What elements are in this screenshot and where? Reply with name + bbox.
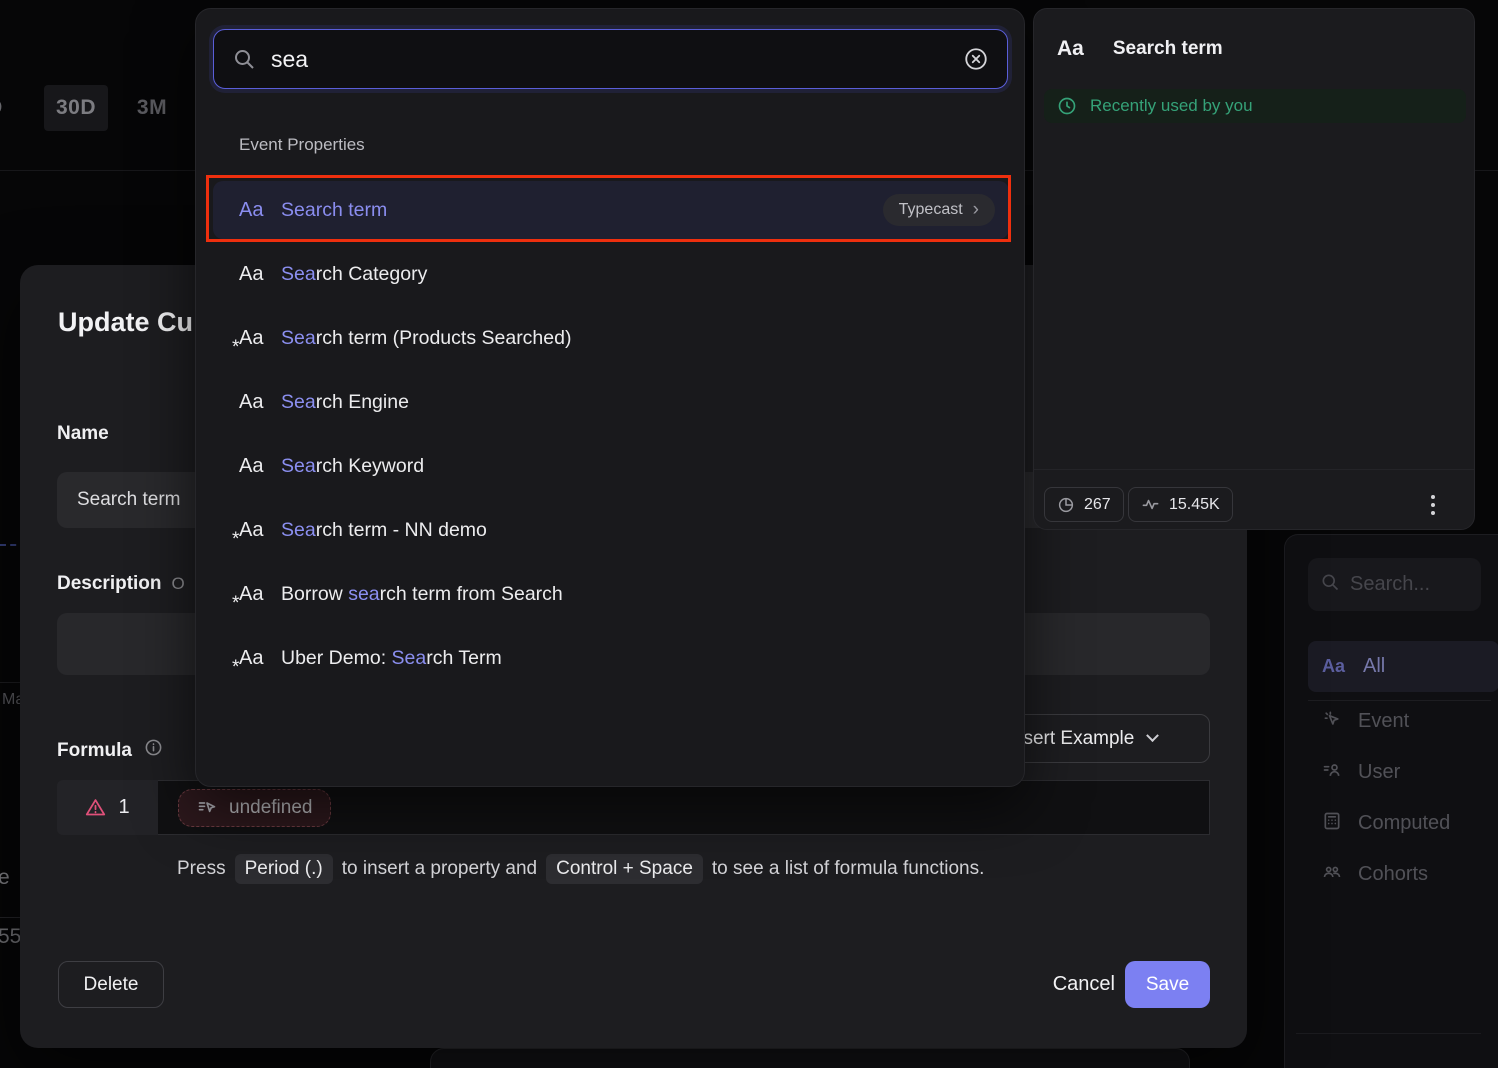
result-row-search-term-products-searched[interactable]: Aa Search term (Products Searched) bbox=[213, 309, 1009, 367]
result-row-uber-demo-search-term[interactable]: Aa Uber Demo: Search Term bbox=[213, 629, 1009, 687]
chip-label: undefined bbox=[229, 797, 312, 819]
sidebar-search-input[interactable] bbox=[1350, 573, 1450, 596]
help-text: to insert a property and bbox=[342, 858, 537, 880]
detail-footer-divider bbox=[1034, 469, 1474, 470]
help-text: to see a list of formula functions. bbox=[712, 858, 984, 880]
text-type-custom-icon: Aa bbox=[239, 327, 267, 350]
app-root: D 30D 3M May e 55 Aa All Event bbox=[0, 0, 1498, 1068]
text-type-custom-icon: Aa bbox=[239, 647, 267, 670]
sidebar-item-computed[interactable]: Computed bbox=[1308, 801, 1498, 845]
insert-example-label: Insert Example bbox=[1008, 728, 1135, 750]
result-row-search-term[interactable]: Aa Search term Typecast › bbox=[213, 181, 1009, 239]
property-type-sidebar: Aa All Event User Computed Cohort bbox=[1284, 534, 1498, 1068]
search-icon bbox=[1320, 572, 1340, 597]
sidebar-item-cohorts[interactable]: Cohorts bbox=[1308, 852, 1498, 896]
range-button-7d[interactable]: D bbox=[0, 85, 18, 131]
save-button[interactable]: Save bbox=[1125, 961, 1210, 1008]
detail-title: Search term bbox=[1113, 38, 1223, 60]
search-results-list: Aa Search term Typecast › Aa Search Cate… bbox=[213, 181, 1009, 693]
modal-title: Update Cu bbox=[58, 307, 193, 338]
clear-search-icon[interactable] bbox=[963, 46, 989, 72]
range-button-3m[interactable]: 3M bbox=[126, 85, 178, 131]
sidebar-item-label: All bbox=[1363, 655, 1385, 678]
calculator-icon bbox=[1322, 811, 1342, 836]
sidebar-item-event[interactable]: Event bbox=[1308, 699, 1498, 743]
people-icon bbox=[1322, 862, 1342, 887]
result-row-search-term-nn-demo[interactable]: Aa Search term - NN demo bbox=[213, 501, 1009, 559]
chevron-right-icon: › bbox=[973, 203, 979, 217]
cardinality-stat-pill[interactable]: 267 bbox=[1044, 487, 1124, 522]
badge-label: Recently used by you bbox=[1090, 96, 1253, 116]
sidebar-item-user[interactable]: User bbox=[1308, 750, 1498, 794]
typecast-button[interactable]: Typecast › bbox=[883, 194, 995, 226]
section-header: Event Properties bbox=[239, 135, 365, 155]
text-type-icon: Aa bbox=[239, 391, 267, 414]
formula-editor[interactable]: 1 undefined bbox=[57, 780, 1210, 835]
chevron-down-icon bbox=[1146, 729, 1159, 742]
formula-input[interactable]: undefined bbox=[158, 780, 1210, 835]
optional-hint: O bbox=[172, 574, 185, 593]
info-icon[interactable] bbox=[144, 738, 163, 763]
property-detail-panel: Aa Search term Recently used by you 267 … bbox=[1033, 8, 1475, 530]
cancel-button[interactable]: Cancel bbox=[1005, 961, 1115, 1008]
text-type-icon: Aa bbox=[239, 455, 267, 478]
description-label: Description O bbox=[57, 573, 185, 595]
range-button-30d[interactable]: 30D bbox=[44, 85, 108, 131]
volume-stat-pill[interactable]: 15.45K bbox=[1128, 487, 1233, 522]
text-type-icon: Aa bbox=[1322, 656, 1345, 677]
name-label: Name bbox=[57, 423, 109, 445]
recently-used-badge: Recently used by you bbox=[1044, 89, 1466, 123]
property-search-field[interactable] bbox=[213, 29, 1008, 89]
error-count: 1 bbox=[118, 796, 129, 819]
formula-label: Formula bbox=[57, 738, 163, 763]
user-list-icon bbox=[1322, 760, 1342, 785]
sidebar-item-all[interactable]: Aa All bbox=[1308, 641, 1498, 692]
more-options-icon[interactable] bbox=[1420, 491, 1446, 519]
text-type-icon: Aa bbox=[239, 199, 267, 222]
control-space-kbd: Control + Space bbox=[546, 854, 703, 884]
background-number-fragment: 55 bbox=[0, 925, 21, 949]
sidebar-bottom-divider bbox=[1296, 1033, 1481, 1034]
sidebar-item-label: Event bbox=[1358, 710, 1409, 733]
result-row-search-category[interactable]: Aa Search Category bbox=[213, 245, 1009, 303]
undefined-property-chip[interactable]: undefined bbox=[178, 789, 331, 827]
sidebar-item-label: User bbox=[1358, 761, 1400, 784]
search-icon bbox=[232, 47, 256, 71]
description-label-text: Description bbox=[57, 573, 162, 594]
background-card-edge bbox=[430, 1048, 1190, 1068]
sidebar-search-field[interactable] bbox=[1308, 558, 1481, 611]
formula-help-text: Press Period (.) to insert a property an… bbox=[177, 854, 984, 884]
delete-button[interactable]: Delete bbox=[58, 961, 164, 1008]
detail-header: Aa Search term bbox=[1057, 37, 1223, 61]
warning-icon bbox=[85, 797, 106, 818]
volume-value: 15.45K bbox=[1169, 496, 1220, 514]
text-type-icon: Aa bbox=[1057, 37, 1084, 61]
property-search-input[interactable] bbox=[271, 46, 948, 73]
text-type-custom-icon: Aa bbox=[239, 583, 267, 606]
sidebar-item-label: Computed bbox=[1358, 812, 1450, 835]
formula-label-text: Formula bbox=[57, 740, 132, 762]
result-row-search-engine[interactable]: Aa Search Engine bbox=[213, 373, 1009, 431]
text-type-icon: Aa bbox=[239, 263, 267, 286]
typecast-label: Typecast bbox=[899, 201, 963, 219]
text-type-custom-icon: Aa bbox=[239, 519, 267, 542]
cardinality-value: 267 bbox=[1084, 496, 1111, 514]
sidebar-item-label: Cohorts bbox=[1358, 863, 1428, 886]
clock-icon bbox=[1057, 96, 1077, 116]
formula-error-gutter: 1 bbox=[57, 780, 158, 835]
help-text: Press bbox=[177, 858, 226, 880]
background-text-fragment: e bbox=[0, 866, 10, 890]
result-row-borrow-search-term[interactable]: Aa Borrow search term from Search bbox=[213, 565, 1009, 623]
result-row-search-keyword[interactable]: Aa Search Keyword bbox=[213, 437, 1009, 495]
property-search-popover: Event Properties Aa Search term Typecast… bbox=[195, 8, 1025, 787]
period-kbd: Period (.) bbox=[235, 854, 333, 884]
cursor-click-icon bbox=[1322, 709, 1342, 734]
